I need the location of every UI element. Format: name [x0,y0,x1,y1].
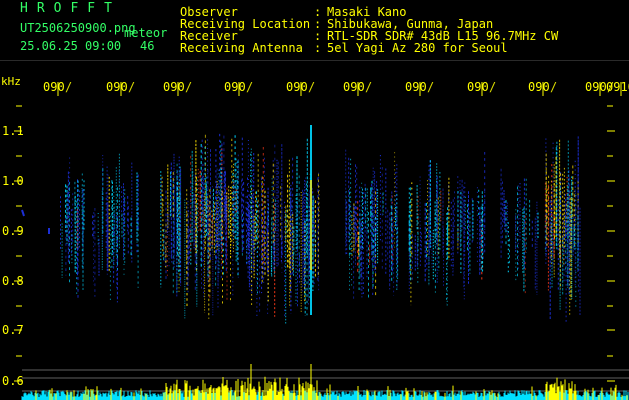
spectrogram-plot: kHz 090/090/090/090/090/090/090/090/090/0… [1,75,629,400]
time-tick-label: 090 [528,80,550,94]
time-tick-label-tail: / [427,80,434,94]
meteor-echo-traces [21,125,581,324]
time-tick-label-tail: / [550,80,557,94]
time-tick-label-tail: / [365,80,372,94]
power-baseline [21,364,629,400]
time-tick-label: 090 [43,80,65,94]
time-tick-label-tail: / [128,80,135,94]
freq-unit-label: kHz [1,75,21,88]
time-tick-label: 090 [405,80,427,94]
time-tick-label: 090 [106,80,128,94]
time-tick-label: 090 [163,80,185,94]
time-tick-label: 090 [343,80,365,94]
time-tick-label: 0910 [606,80,629,94]
time-tick-label: 090 [286,80,308,94]
time-tick-label: 090 [224,80,246,94]
echo-dot [21,209,25,217]
guide-lines [22,369,629,392]
time-tick-label-tail: / [65,80,72,94]
time-tick-label-tail: / [246,80,253,94]
time-tick-label-tail: / [308,80,315,94]
time-tick-label-tail: / [185,80,192,94]
time-tick-label-tail: / [489,80,496,94]
time-tick-label: 090 [467,80,489,94]
time-tick-label: 090 [585,80,607,94]
